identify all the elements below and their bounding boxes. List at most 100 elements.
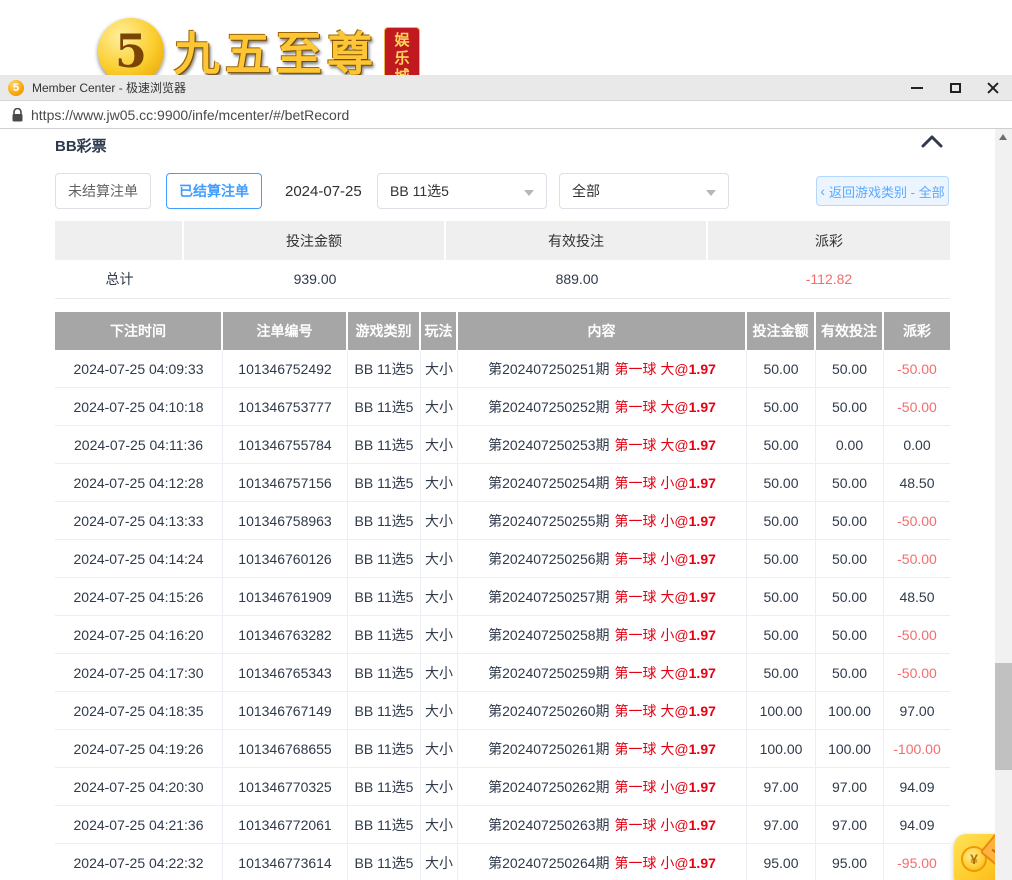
odds-text: 1.97 — [689, 703, 716, 719]
maximize-icon — [950, 83, 961, 93]
bet-table: 下注时间 注单编号 游戏类别 玩法 内容 投注金额 有效投注 派彩 2024-0… — [55, 312, 950, 880]
lock-icon[interactable] — [12, 108, 23, 122]
play-type-cell: 大小 — [421, 464, 458, 501]
game-category-cell: BB 11选5 — [348, 502, 421, 539]
content-cell: 第202407250252期 第一球 大@ 1.97 — [458, 388, 747, 425]
pick-text: 第一球 小@ — [615, 777, 689, 797]
minimize-button[interactable] — [898, 75, 936, 101]
payout-cell: -95.00 — [884, 844, 950, 880]
period-text: 第202407250255期 — [488, 511, 609, 531]
content-cell: 第202407250254期 第一球 小@ 1.97 — [458, 464, 747, 501]
nav-member-center[interactable]: 会员中心 — [700, 45, 756, 65]
pick-text: 第一球 小@ — [615, 815, 689, 835]
type-select[interactable]: 全部 — [559, 173, 729, 209]
order-no-cell: 101346767149 — [223, 692, 348, 729]
nav-separator: | — [766, 48, 769, 63]
col-payout: 派彩 — [884, 312, 950, 350]
summary-total-row: 总计 939.00 889.00 -112.82 — [55, 260, 950, 299]
unsettled-bets-button[interactable]: 未结算注单 — [55, 173, 151, 209]
bet-amount-cell: 50.00 — [747, 502, 816, 539]
content-cell: 第202407250253期 第一球 大@ 1.97 — [458, 426, 747, 463]
odds-text: 1.97 — [689, 437, 716, 453]
browser-titlebar[interactable]: 5 Member Center - 极速浏览器 — [0, 75, 1012, 101]
period-text: 第202407250260期 — [488, 701, 609, 721]
bet-amount-cell: 50.00 — [747, 578, 816, 615]
period-text: 第202407250264期 — [488, 853, 609, 873]
summary-valid-bet: 889.00 — [446, 260, 708, 298]
game-category-cell: BB 11选5 — [348, 768, 421, 805]
payout-cell: 94.09 — [884, 806, 950, 843]
bet-time-cell: 2024-07-25 04:21:36 — [55, 806, 223, 843]
summary-header-bet-amount: 投注金额 — [184, 221, 446, 260]
valid-bet-cell: 95.00 — [816, 844, 884, 880]
period-text: 第202407250261期 — [488, 739, 609, 759]
date-filter[interactable]: 2024-07-25 — [285, 173, 362, 209]
summary-payout: -112.82 — [708, 260, 950, 298]
game-category-cell: BB 11选5 — [348, 692, 421, 729]
nav-one-click-transfer[interactable]: 一键归户 — [938, 45, 994, 65]
order-no-cell: 101346773614 — [223, 844, 348, 880]
order-no-cell: 101346755784 — [223, 426, 348, 463]
period-text: 第202407250259期 — [488, 663, 609, 683]
game-category-cell: BB 11选5 — [348, 540, 421, 577]
period-text: 第202407250262期 — [488, 777, 609, 797]
nav-online-deposit[interactable]: 线上存款 — [779, 45, 835, 65]
content-cell: 第202407250256期 第一球 小@ 1.97 — [458, 540, 747, 577]
play-type-cell: 大小 — [421, 426, 458, 463]
valid-bet-cell: 0.00 — [816, 426, 884, 463]
close-button[interactable] — [974, 75, 1012, 101]
vertical-scrollbar[interactable] — [995, 129, 1012, 880]
bet-table-body: 2024-07-25 04:09:33 101346752492 BB 11选5… — [55, 350, 950, 880]
table-row: 2024-07-25 04:18:35 101346767149 BB 11选5… — [55, 692, 950, 730]
content-cell: 第202407250260期 第一球 大@ 1.97 — [458, 692, 747, 729]
filter-bar: 未结算注单 已结算注单 2024-07-25 BB 11选5 全部 ‹ 返回游戏… — [0, 173, 1012, 209]
odds-text: 1.97 — [689, 361, 716, 377]
game-select[interactable]: BB 11选5 — [377, 173, 547, 209]
window-controls — [898, 75, 1012, 101]
scrollbar-thumb[interactable] — [995, 663, 1012, 770]
summary-total-label: 总计 — [55, 260, 184, 298]
payout-cell: -100.00 — [884, 730, 950, 767]
bet-amount-cell: 100.00 — [747, 730, 816, 767]
odds-text: 1.97 — [689, 475, 716, 491]
casino-logo[interactable]: 5 九五至尊 娱 乐 城 — [98, 3, 420, 75]
period-text: 第202407250254期 — [488, 473, 609, 493]
bet-time-cell: 2024-07-25 04:18:35 — [55, 692, 223, 729]
settled-bets-button[interactable]: 已结算注单 — [166, 173, 262, 209]
game-select-value: BB 11选5 — [390, 181, 449, 201]
logo-badge-ribbon: 娱 乐 城 — [384, 27, 420, 75]
bet-time-cell: 2024-07-25 04:09:33 — [55, 350, 223, 387]
odds-text: 1.97 — [689, 855, 716, 871]
pick-text: 第一球 大@ — [615, 739, 689, 759]
collapse-section-button[interactable] — [920, 133, 944, 154]
odds-text: 1.97 — [689, 551, 716, 567]
bet-amount-cell: 97.00 — [747, 768, 816, 805]
table-row: 2024-07-25 04:14:24 101346760126 BB 11选5… — [55, 540, 950, 578]
nav-separator: | — [925, 48, 928, 63]
game-category-cell: BB 11选5 — [348, 464, 421, 501]
nav-online-withdraw[interactable]: 线上取款 — [859, 45, 915, 65]
maximize-button[interactable] — [936, 75, 974, 101]
back-to-game-category-button[interactable]: ‹ 返回游戏类别 - 全部 — [816, 176, 949, 206]
bet-table-header: 下注时间 注单编号 游戏类别 玩法 内容 投注金额 有效投注 派彩 — [55, 312, 950, 350]
play-type-cell: 大小 — [421, 502, 458, 539]
valid-bet-cell: 97.00 — [816, 806, 884, 843]
bet-amount-cell: 50.00 — [747, 540, 816, 577]
valid-bet-cell: 50.00 — [816, 502, 884, 539]
valid-bet-cell: 50.00 — [816, 464, 884, 501]
order-no-cell: 101346770325 — [223, 768, 348, 805]
pick-text: 第一球 小@ — [615, 853, 689, 873]
url-bar[interactable]: https://www.jw05.cc:9900/infe/mcenter/#/… — [0, 101, 1012, 129]
table-row: 2024-07-25 04:15:26 101346761909 BB 11选5… — [55, 578, 950, 616]
table-row: 2024-07-25 04:19:26 101346768655 BB 11选5… — [55, 730, 950, 768]
bet-time-cell: 2024-07-25 04:22:32 — [55, 844, 223, 880]
chevron-up-icon — [920, 133, 944, 149]
bet-amount-cell: 50.00 — [747, 426, 816, 463]
valid-bet-cell: 50.00 — [816, 616, 884, 653]
chevron-left-icon: ‹ — [820, 184, 825, 198]
order-no-cell: 101346765343 — [223, 654, 348, 691]
pick-text: 第一球 大@ — [615, 435, 689, 455]
scroll-up-icon[interactable] — [999, 134, 1007, 140]
period-text: 第202407250256期 — [488, 549, 609, 569]
valid-bet-cell: 97.00 — [816, 768, 884, 805]
